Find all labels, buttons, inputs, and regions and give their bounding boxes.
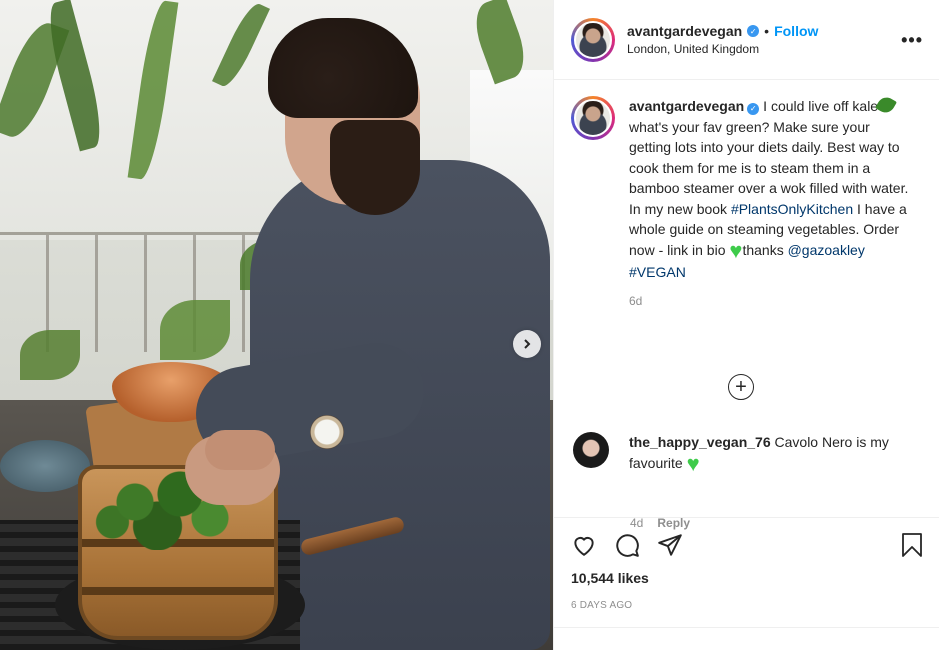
- caption-username[interactable]: avantgardevegan: [629, 98, 744, 114]
- author-avatar-ring[interactable]: [571, 17, 615, 62]
- caption-part: thanks: [742, 241, 788, 258]
- post-photo[interactable]: [0, 0, 553, 650]
- caption-row: avantgardevegan ✓ I could live off kale wh…: [571, 94, 923, 308]
- carousel-next-button[interactable]: [513, 330, 541, 358]
- caption-block: avantgardevegan ✓ I could live off kale wh…: [615, 94, 909, 308]
- more-options-icon[interactable]: •••: [901, 31, 923, 49]
- avatar: [574, 99, 612, 137]
- heart-icon[interactable]: [571, 532, 597, 558]
- comment-item: the_happy_vegan_76 Cavolo Nero is my fav…: [571, 432, 909, 475]
- post-side-panel: avantgardevegan ✓ • Follow London, Unite…: [553, 0, 939, 650]
- comment-text: the_happy_vegan_76 Cavolo Nero is my fav…: [629, 432, 909, 475]
- person-beard: [330, 120, 420, 215]
- caption-part: I could live off kale: [763, 98, 879, 114]
- steamer-band: [82, 587, 274, 595]
- header-line: avantgardevegan ✓ • Follow: [627, 23, 901, 39]
- plant-leaf: [20, 330, 80, 380]
- caption-meta: 6d: [629, 294, 909, 308]
- wrist-watch: [310, 415, 344, 449]
- comment-username[interactable]: the_happy_vegan_76: [629, 434, 771, 450]
- verified-badge-icon: ✓: [747, 25, 760, 37]
- divider: [554, 627, 939, 628]
- hashtag-link[interactable]: #VEGAN: [629, 264, 686, 280]
- share-icon[interactable]: [657, 532, 683, 558]
- mention-link[interactable]: @gazoakley: [788, 242, 865, 258]
- person-hand: [205, 430, 275, 470]
- avatar[interactable]: [573, 432, 609, 468]
- plate: [0, 440, 90, 492]
- plus-circle-icon: +: [735, 375, 747, 398]
- hashtag-link[interactable]: #PlantsOnlyKitchen: [731, 201, 853, 217]
- caption-text: avantgardevegan ✓ I could live off kale wh…: [629, 94, 909, 282]
- verified-badge-icon: ✓: [747, 103, 760, 116]
- plant-leaf: [160, 300, 230, 360]
- author-username[interactable]: avantgardevegan: [627, 23, 742, 39]
- follow-button[interactable]: Follow: [774, 23, 818, 39]
- chevron-right-icon: [524, 339, 531, 349]
- caption-age[interactable]: 6d: [629, 294, 642, 308]
- header-text: avantgardevegan ✓ • Follow London, Unite…: [627, 23, 901, 56]
- comments-section: avantgardevegan ✓ I could live off kale wh…: [554, 80, 939, 530]
- action-icons: [571, 532, 924, 558]
- avatar: [574, 20, 612, 59]
- instagram-post-modal: avantgardevegan ✓ • Follow London, Unite…: [0, 0, 939, 650]
- separator-dot: •: [764, 23, 770, 39]
- post-header: avantgardevegan ✓ • Follow London, Unite…: [554, 0, 939, 80]
- location-link[interactable]: London, United Kingdom: [627, 42, 901, 56]
- bookmark-icon[interactable]: [900, 532, 924, 558]
- leafy-green-emoji-icon: [875, 94, 898, 116]
- comment-icon[interactable]: [614, 532, 640, 558]
- post-actions: 10,544 likes 6 DAYS AGO: [554, 517, 939, 611]
- post-date[interactable]: 6 DAYS AGO: [571, 600, 924, 611]
- green-heart-emoji-icon: ♥: [686, 450, 700, 476]
- load-more-comments-button[interactable]: +: [728, 374, 754, 400]
- caption-avatar-ring[interactable]: [571, 96, 615, 140]
- green-heart-emoji-icon: ♥: [729, 237, 743, 263]
- likes-count[interactable]: 10,544 likes: [571, 570, 924, 586]
